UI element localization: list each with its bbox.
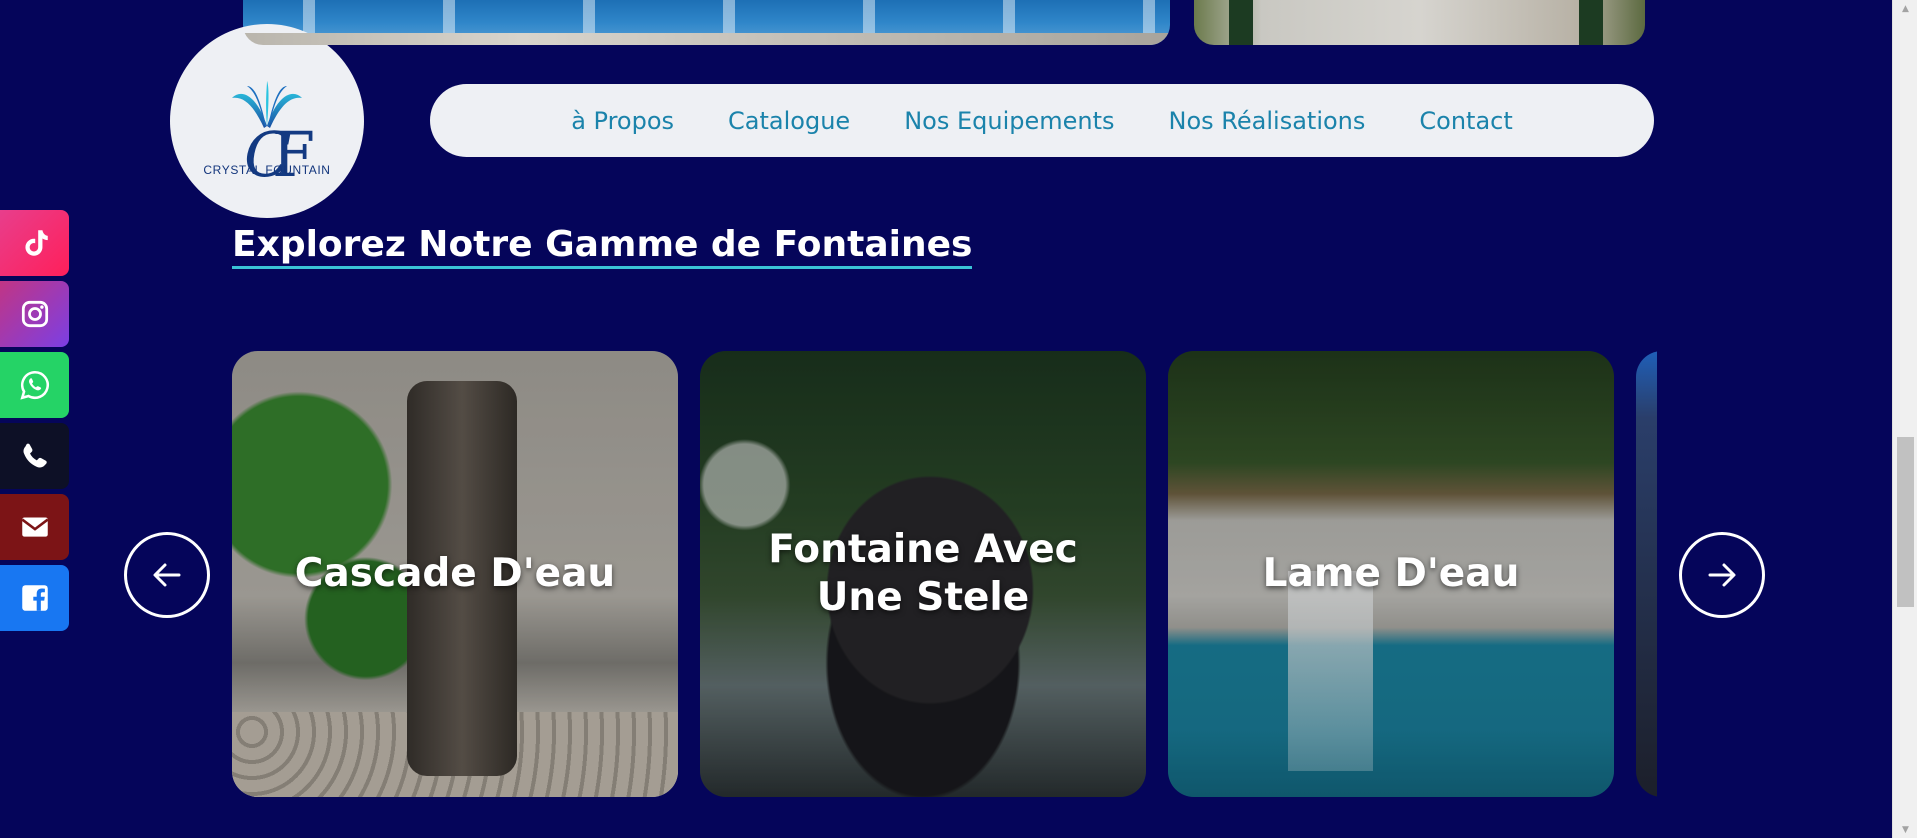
- tiktok-link[interactable]: [0, 210, 69, 276]
- arrow-right-icon: [1708, 563, 1736, 587]
- section-title: Explorez Notre Gamme de Fontaines: [232, 224, 973, 269]
- scroll-down-icon[interactable]: ▼: [1893, 821, 1917, 838]
- tiktok-icon: [24, 230, 48, 256]
- card-label: Fontaine Avec Une Stele: [768, 527, 1078, 620]
- card-label: Cascade D'eau: [294, 551, 616, 596]
- site-logo[interactable]: C F CRYSTAL FOUNTAIN: [170, 24, 364, 218]
- carousel-card-stele[interactable]: Fontaine Avec Une Stele: [700, 351, 1146, 797]
- carousel-card-cascade[interactable]: Cascade D'eau: [232, 351, 678, 797]
- whatsapp-icon: [19, 370, 49, 400]
- garden-event-image: [1194, 0, 1645, 45]
- page-scrollbar[interactable]: ▲ ▼: [1892, 0, 1917, 838]
- partial-card-image: [1636, 351, 1657, 797]
- card-label: Lame D'eau: [1262, 551, 1520, 596]
- logo-text: CRYSTAL FOUNTAIN: [203, 163, 331, 177]
- main-nav: à Propos Catalogue Nos Equipements Nos R…: [430, 84, 1654, 157]
- nav-item-contact[interactable]: Contact: [1419, 107, 1512, 135]
- pool-fountain-image: [243, 0, 1170, 45]
- facebook-icon: [21, 585, 48, 611]
- nav-item-nos-equipements[interactable]: Nos Equipements: [904, 107, 1114, 135]
- nav-item-nos-realisations[interactable]: Nos Réalisations: [1169, 107, 1366, 135]
- carousel-next-button[interactable]: [1679, 532, 1765, 618]
- arrow-left-icon: [153, 563, 181, 587]
- carousel-prev-button[interactable]: [124, 532, 210, 618]
- nav-item-catalogue[interactable]: Catalogue: [728, 107, 850, 135]
- social-sidebar: [0, 210, 69, 636]
- phone-link[interactable]: [0, 423, 69, 489]
- fountain-carousel: Cascade D'eau Fontaine Avec Une Stele La…: [232, 351, 1657, 798]
- facebook-link[interactable]: [0, 565, 69, 631]
- page: C F CRYSTAL FOUNTAIN à Propos Catalogue …: [0, 0, 1892, 838]
- scroll-up-icon[interactable]: ▲: [1893, 0, 1917, 17]
- carousel-card-lame[interactable]: Lame D'eau: [1168, 351, 1614, 797]
- instagram-icon: [21, 300, 48, 328]
- scrollbar-thumb[interactable]: [1897, 437, 1914, 607]
- email-link[interactable]: [0, 494, 69, 560]
- mail-icon: [20, 517, 49, 537]
- whatsapp-link[interactable]: [0, 352, 69, 418]
- phone-icon: [23, 443, 47, 468]
- nav-item-a-propos[interactable]: à Propos: [571, 107, 674, 135]
- instagram-link[interactable]: [0, 281, 69, 347]
- carousel-card-partial[interactable]: [1636, 351, 1657, 797]
